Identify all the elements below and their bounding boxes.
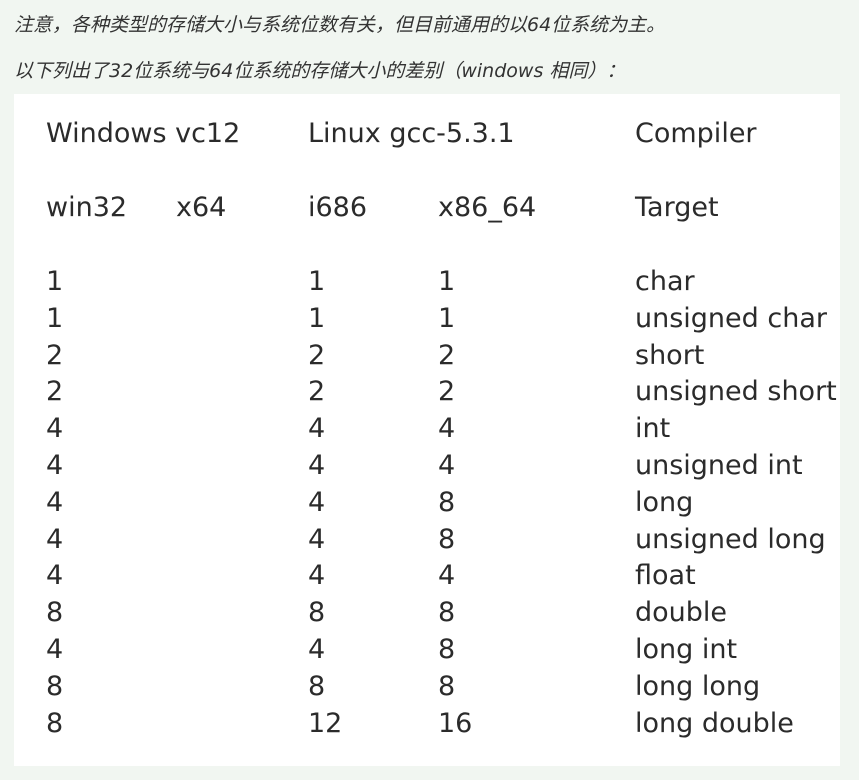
row-1-x86-64: 1 bbox=[438, 302, 456, 334]
row-12-type: long double bbox=[635, 707, 794, 739]
row-8-type: float bbox=[635, 560, 696, 592]
row-10-i686: 4 bbox=[308, 634, 326, 665]
row-1-i686: 1 bbox=[308, 302, 326, 334]
row-6-i686: 4 bbox=[308, 486, 326, 518]
row-3-type: unsigned short bbox=[635, 376, 837, 408]
row-5-type: unsigned int bbox=[635, 450, 803, 481]
row-5-win32: 4 bbox=[46, 450, 64, 481]
row-9-x86-64: 8 bbox=[438, 597, 456, 629]
header-win32: win32 bbox=[46, 192, 128, 223]
row-7-x86-64: 8 bbox=[438, 523, 456, 555]
row-6-x86-64: 8 bbox=[438, 486, 456, 518]
row-7-i686: 4 bbox=[308, 523, 326, 555]
row-7-win32: 4 bbox=[46, 523, 64, 555]
row-11-x86-64: 8 bbox=[438, 670, 456, 702]
header-x64: x64 bbox=[176, 192, 227, 223]
row-4-type: int bbox=[635, 413, 671, 445]
row-1-win32: 1 bbox=[46, 302, 64, 334]
header-i686: i686 bbox=[308, 192, 368, 223]
row-5-x86-64: 4 bbox=[438, 450, 456, 481]
row-9-win32: 8 bbox=[46, 597, 64, 629]
header-windows-vc12: Windows vc12 bbox=[46, 118, 241, 149]
row-2-type: short bbox=[635, 339, 705, 371]
row-12-win32: 8 bbox=[46, 707, 64, 739]
row-8-x86-64: 4 bbox=[438, 560, 456, 592]
row-10-type: long int bbox=[635, 634, 738, 665]
note-line-2: 以下列出了32位系统与64位系统的存储大小的差别（windows 相同）： bbox=[14, 60, 626, 82]
row-4-win32: 4 bbox=[46, 413, 64, 445]
row-0-x86-64: 1 bbox=[438, 266, 456, 297]
row-5-i686: 4 bbox=[308, 450, 326, 481]
row-0-win32: 1 bbox=[46, 266, 64, 297]
row-8-win32: 4 bbox=[46, 560, 64, 592]
row-11-type: long long bbox=[635, 670, 761, 702]
row-11-win32: 8 bbox=[46, 670, 64, 702]
row-9-type: double bbox=[635, 597, 728, 629]
row-0-type: char bbox=[635, 266, 695, 297]
row-4-i686: 4 bbox=[308, 413, 326, 445]
header-compiler: Compiler bbox=[635, 118, 757, 149]
row-12-i686: 12 bbox=[308, 707, 343, 739]
row-2-x86-64: 2 bbox=[438, 339, 456, 371]
row-0-i686: 1 bbox=[308, 266, 326, 297]
row-12-x86-64: 16 bbox=[438, 707, 473, 739]
header-linux-gcc: Linux gcc-5.3.1 bbox=[308, 118, 515, 149]
row-1-type: unsigned char bbox=[635, 302, 827, 334]
header-x86-64: x86_64 bbox=[438, 192, 537, 223]
row-10-x86-64: 8 bbox=[438, 634, 456, 665]
row-11-i686: 8 bbox=[308, 670, 326, 702]
note-line-1: 注意，各种类型的存储大小与系统位数有关，但目前通用的以64位系统为主。 bbox=[14, 14, 666, 36]
row-8-i686: 4 bbox=[308, 560, 326, 592]
row-3-x86-64: 2 bbox=[438, 376, 456, 408]
row-7-type: unsigned long bbox=[635, 523, 826, 555]
header-target: Target bbox=[635, 192, 719, 223]
row-2-win32: 2 bbox=[46, 339, 64, 371]
row-3-win32: 2 bbox=[46, 376, 64, 408]
size-table-panel: Windows vc12 Linux gcc-5.3.1 Compiler wi… bbox=[14, 94, 840, 766]
row-10-win32: 4 bbox=[46, 634, 64, 665]
row-2-i686: 2 bbox=[308, 339, 326, 371]
row-6-type: long bbox=[635, 486, 694, 518]
row-9-i686: 8 bbox=[308, 597, 326, 629]
row-3-i686: 2 bbox=[308, 376, 326, 408]
row-6-win32: 4 bbox=[46, 486, 64, 518]
row-4-x86-64: 4 bbox=[438, 413, 456, 445]
